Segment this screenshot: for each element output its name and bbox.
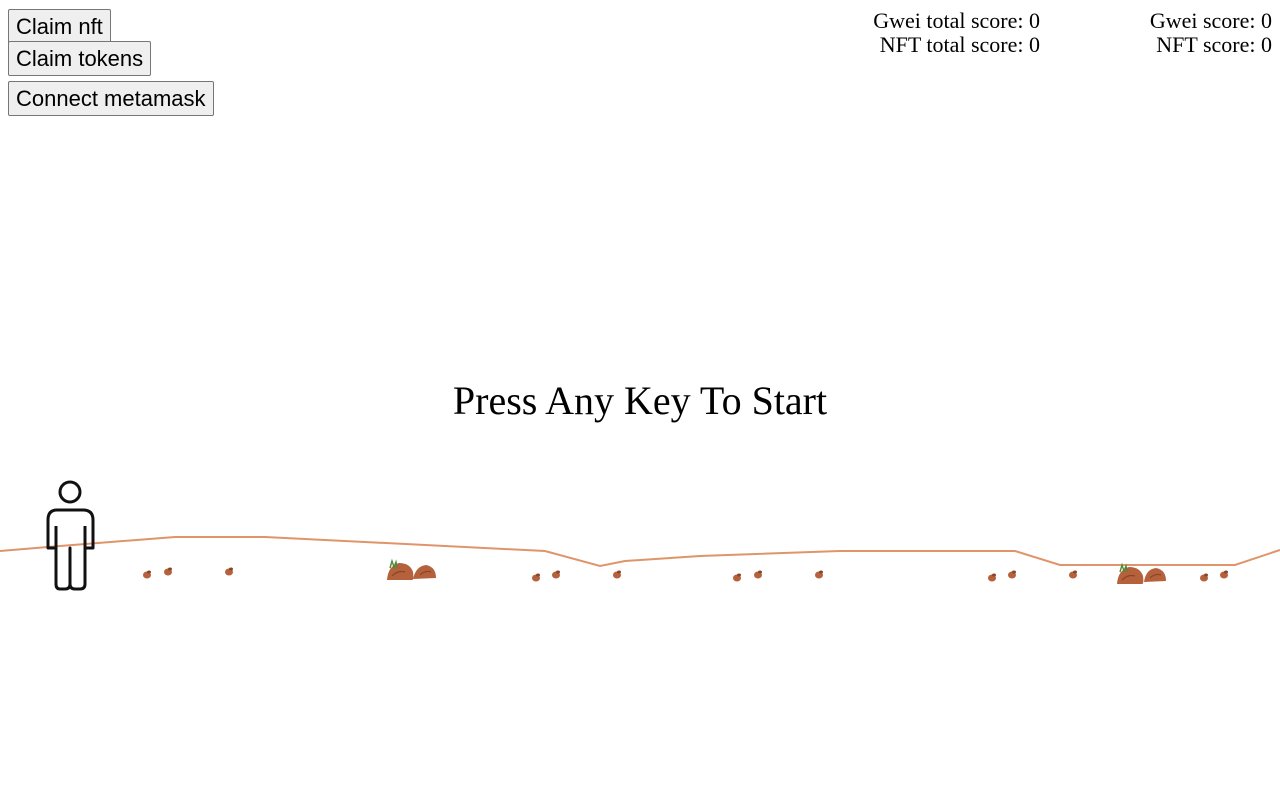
nft-total-score-label: NFT total score: [879,32,1029,57]
pebble-icon [1200,573,1208,582]
pebbles [143,567,1228,582]
pebble-icon [1008,570,1016,579]
gwei-score-value: 0 [1261,8,1272,33]
gwei-total-score-label: Gwei total score: [873,8,1029,33]
nft-score-value: 0 [1261,32,1272,57]
pebble-icon [613,570,621,579]
pebble-icon [552,570,560,579]
gwei-total-score-value: 0 [1029,8,1040,33]
pebble-icon [754,570,762,579]
gwei-score-label: Gwei score: [1149,8,1261,33]
ground-line [0,536,1280,568]
nft-score-label: NFT score: [1156,32,1261,57]
pebble-icon [1220,570,1228,579]
pebble-icon [988,573,996,582]
session-scores-panel: Gwei score: 0 NFT score: 0 [1150,9,1272,57]
connect-metamask-button[interactable]: Connect metamask [8,81,214,116]
total-scores-panel: Gwei total score: 0 NFT total score: 0 [873,9,1040,57]
pebble-icon [815,570,823,579]
rock-icon [1117,562,1166,584]
nft-total-score: NFT total score: 0 [873,33,1040,57]
pebble-icon [164,567,172,576]
pebble-icon [143,570,151,579]
nft-total-score-value: 0 [1029,32,1040,57]
claim-nft-button[interactable]: Claim nft [8,9,111,44]
claim-tokens-button[interactable]: Claim tokens [8,41,152,76]
player-icon [46,480,95,591]
rock-icon [387,558,436,580]
pebble-icon [225,567,233,576]
pebble-icon [733,573,741,582]
gwei-score: Gwei score: 0 [1150,9,1272,33]
pebble-icon [532,573,540,582]
start-prompt: Press Any Key To Start [452,378,828,423]
pebble-icon [1069,570,1077,579]
gwei-total-score: Gwei total score: 0 [873,9,1040,33]
nft-score: NFT score: 0 [1150,33,1272,57]
